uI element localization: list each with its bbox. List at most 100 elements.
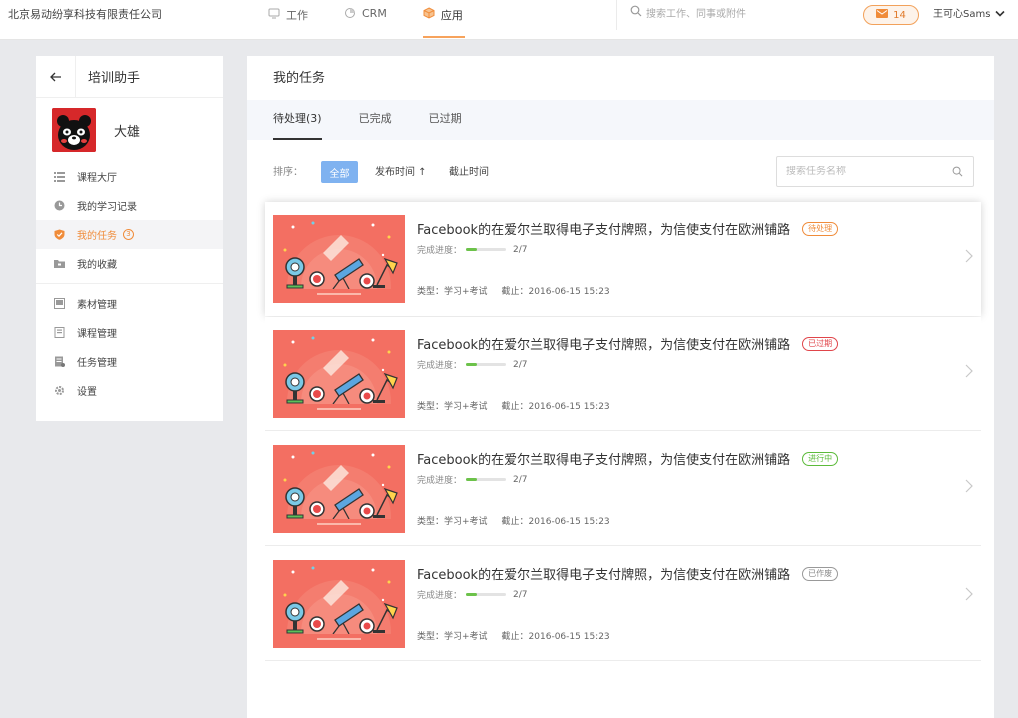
progress-text: 2/7 xyxy=(513,244,528,255)
sort-label: 排序： xyxy=(273,167,303,178)
task-progress: 完成进度： 2/7 xyxy=(417,588,528,602)
nav-work-label: 工作 xyxy=(286,9,308,22)
task-thumbnail xyxy=(273,215,405,303)
task-deadline: 截止：2016-06-15 15:23 xyxy=(501,517,610,527)
task-search-input[interactable] xyxy=(786,166,946,177)
global-search[interactable]: 搜索工作、同事或附件 xyxy=(630,0,746,30)
task-deadline: 截止：2016-06-15 15:23 xyxy=(501,287,610,297)
task-card[interactable]: Facebook的在爱尔兰取得电子支付牌照，为信使支付在欧洲铺路 已作废完成进度：… xyxy=(265,547,981,661)
nav-crm[interactable]: CRM xyxy=(344,0,387,40)
sort-deadline-button[interactable]: 截止时间 xyxy=(449,156,489,189)
sidebar-title: 培训助手 xyxy=(88,71,141,86)
tab-completed[interactable]: 已完成 xyxy=(359,100,392,140)
tab-expired[interactable]: 已过期 xyxy=(429,100,462,140)
nav-app[interactable]: 应用 xyxy=(422,0,465,40)
divider xyxy=(616,0,617,30)
mail-icon xyxy=(876,9,893,21)
status-badge: 已作废 xyxy=(802,566,839,581)
task-progress: 完成进度： 2/7 xyxy=(417,473,528,487)
progress-bar-fill xyxy=(466,478,478,481)
task-card[interactable]: Facebook的在爱尔兰取得电子支付牌照，为信使支付在欧洲铺路 进行中完成进度：… xyxy=(265,432,981,546)
sidebar-item-label: 我的收藏 xyxy=(77,260,117,271)
sidebar-item-label: 课程管理 xyxy=(77,329,117,340)
sidebar-user-name: 大雄 xyxy=(114,124,141,140)
task-meta: 类型：学习+考试 截止：2016-06-15 15:23 xyxy=(417,514,610,527)
chevron-right-icon xyxy=(965,587,973,604)
task-tabs: 待处理(3) 已完成 已过期 xyxy=(247,100,994,140)
task-type: 类型：学习+考试 xyxy=(417,517,488,527)
back-button[interactable] xyxy=(36,55,76,98)
task-title-row: Facebook的在爱尔兰取得电子支付牌照，为信使支付在欧洲铺路 进行中 xyxy=(417,449,839,468)
sidebar-item-material-mgmt[interactable]: 素材管理 xyxy=(36,289,223,318)
global-search-placeholder: 搜索工作、同事或附件 xyxy=(646,9,746,20)
progress-label: 完成进度： xyxy=(417,246,463,256)
back-arrow-icon xyxy=(49,68,62,86)
nav-work[interactable]: 工作 xyxy=(268,0,308,40)
sidebar-item-course-hall[interactable]: 课程大厅 xyxy=(36,162,223,191)
progress-bar-fill xyxy=(466,248,478,251)
sidebar-item-settings[interactable]: 设置 xyxy=(36,376,223,405)
progress-bar-fill xyxy=(466,363,478,366)
progress-bar xyxy=(466,248,507,251)
task-type: 类型：学习+考试 xyxy=(417,287,488,297)
user-menu[interactable]: 王可心Sams xyxy=(933,0,1006,30)
sidebar-item-favorites[interactable]: 我的收藏 xyxy=(36,249,223,278)
folder-icon xyxy=(54,258,65,269)
gear-icon xyxy=(54,385,65,396)
status-badge: 待处理 xyxy=(802,221,839,236)
sidebar-item-course-mgmt[interactable]: 课程管理 xyxy=(36,318,223,347)
task-icon xyxy=(54,356,65,367)
tab-pending[interactable]: 待处理(3) xyxy=(273,100,322,140)
progress-text: 2/7 xyxy=(513,589,528,600)
status-badge: 已过期 xyxy=(802,336,839,351)
progress-bar-fill xyxy=(466,593,478,596)
book-icon xyxy=(54,327,65,338)
task-card[interactable]: Facebook的在爱尔兰取得电子支付牌照，为信使支付在欧洲铺路 待处理完成进度：… xyxy=(265,202,981,316)
task-meta: 类型：学习+考试 截止：2016-06-15 15:23 xyxy=(417,399,610,412)
progress-label: 完成进度： xyxy=(417,591,463,601)
mail-badge[interactable]: 14 xyxy=(863,5,919,25)
nav-crm-label: CRM xyxy=(362,7,387,20)
task-progress: 完成进度： 2/7 xyxy=(417,358,528,372)
task-deadline: 截止：2016-06-15 15:23 xyxy=(501,402,610,412)
sort-publish-time-button[interactable]: 发布时间 ↑ xyxy=(375,156,427,189)
sort-bar: 排序： 全部 发布时间 ↑ 截止时间 xyxy=(247,156,994,190)
list-icon xyxy=(54,171,65,182)
chevron-right-icon xyxy=(965,364,973,381)
sort-all-button[interactable]: 全部 xyxy=(321,161,358,183)
company-name: 北京易动纷享科技有限责任公司 xyxy=(8,8,162,21)
sidebar-item-my-tasks[interactable]: 我的任务 3 xyxy=(36,220,223,249)
sidebar-header: 培训助手 xyxy=(36,55,223,98)
task-meta: 类型：学习+考试 截止：2016-06-15 15:23 xyxy=(417,629,610,642)
task-title-row: Facebook的在爱尔兰取得电子支付牌照，为信使支付在欧洲铺路 待处理 xyxy=(417,219,839,238)
chevron-right-icon xyxy=(965,249,973,266)
task-title: Facebook的在爱尔兰取得电子支付牌照，为信使支付在欧洲铺路 xyxy=(417,453,791,468)
work-icon xyxy=(268,7,280,19)
task-thumbnail xyxy=(273,560,405,648)
search-icon[interactable] xyxy=(952,166,963,180)
page-title: 我的任务 xyxy=(273,71,326,86)
task-progress: 完成进度： 2/7 xyxy=(417,243,528,257)
task-title-row: Facebook的在爱尔兰取得电子支付牌照，为信使支付在欧洲铺路 已作废 xyxy=(417,564,839,583)
sidebar-item-study-record[interactable]: 我的学习记录 xyxy=(36,191,223,220)
sidebar-item-task-mgmt[interactable]: 任务管理 xyxy=(36,347,223,376)
task-count-badge: 3 xyxy=(123,229,134,240)
crm-icon xyxy=(344,7,356,19)
status-badge: 进行中 xyxy=(802,451,839,466)
task-thumbnail xyxy=(273,445,405,533)
task-card[interactable]: Facebook的在爱尔兰取得电子支付牌照，为信使支付在欧洲铺路 已过期 完成进度：… xyxy=(265,317,981,431)
chevron-right-icon xyxy=(965,479,973,496)
progress-bar xyxy=(466,478,507,481)
task-type: 类型：学习+考试 xyxy=(417,402,488,412)
progress-label: 完成进度： xyxy=(417,476,463,486)
sidebar-user: 大雄 xyxy=(36,98,223,162)
task-type: 类型：学习+考试 xyxy=(417,632,488,642)
clock-icon xyxy=(54,200,65,211)
avatar xyxy=(52,108,96,152)
progress-text: 2/7 xyxy=(513,359,528,370)
app-cube-icon xyxy=(423,7,435,19)
top-bar: 北京易动纷享科技有限责任公司 工作 CRM 应用 搜索工作、同事或附件 14 王… xyxy=(0,0,1018,40)
sidebar: 培训助手 大雄 课程大厅 我的学习记录 我的任务 3 我的收藏 素材管理 课程管… xyxy=(36,55,223,421)
search-icon xyxy=(630,0,646,30)
task-meta: 类型：学习+考试 截止：2016-06-15 15:23 xyxy=(417,284,610,297)
